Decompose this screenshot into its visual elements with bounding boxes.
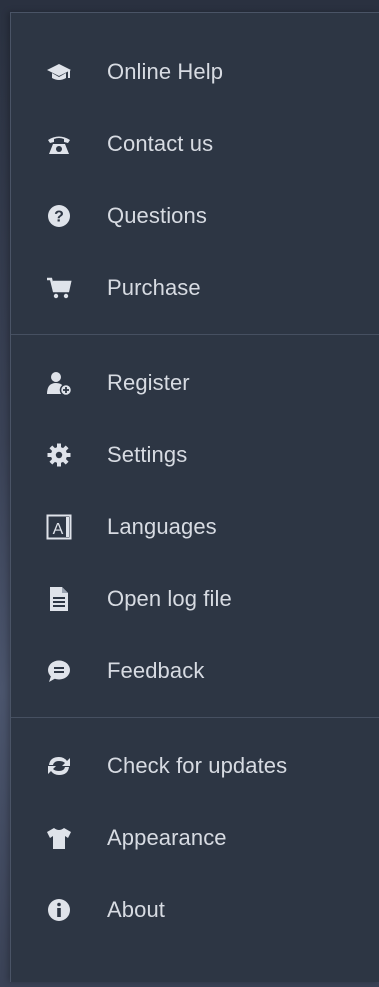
menu-item-purchase[interactable]: Purchase bbox=[11, 252, 379, 324]
tshirt-icon bbox=[45, 824, 73, 852]
menu-divider bbox=[11, 717, 379, 718]
gear-icon bbox=[45, 441, 73, 469]
menu-item-appearance[interactable]: Appearance bbox=[11, 802, 379, 874]
info-circle-icon bbox=[45, 896, 73, 924]
menu-item-contact-us[interactable]: Contact us bbox=[11, 108, 379, 180]
svg-text:A: A bbox=[53, 521, 64, 538]
user-add-icon bbox=[45, 369, 73, 397]
graduation-cap-icon bbox=[45, 58, 73, 86]
help-dropdown-menu: Online Help Contact us ? Questions Purch… bbox=[10, 12, 379, 982]
menu-item-label: Languages bbox=[107, 514, 217, 539]
telephone-icon bbox=[45, 130, 73, 158]
menu-item-check-for-updates[interactable]: Check for updates bbox=[11, 730, 379, 802]
menu-item-label: Purchase bbox=[107, 275, 201, 300]
menu-item-open-log-file[interactable]: Open log file bbox=[11, 563, 379, 635]
menu-item-label: Settings bbox=[107, 442, 188, 467]
menu-item-settings[interactable]: Settings bbox=[11, 419, 379, 491]
menu-item-label: Feedback bbox=[107, 658, 205, 683]
menu-item-label: Online Help bbox=[107, 59, 224, 84]
menu-item-questions[interactable]: ? Questions bbox=[11, 180, 379, 252]
document-icon bbox=[45, 585, 73, 613]
menu-group-app: Register Settings A Languages Open log f… bbox=[11, 347, 379, 707]
speech-bubble-icon bbox=[45, 657, 73, 685]
svg-text:?: ? bbox=[54, 209, 64, 226]
menu-item-label: Register bbox=[107, 370, 190, 395]
menu-item-label: About bbox=[107, 897, 165, 922]
question-circle-icon: ? bbox=[45, 202, 73, 230]
menu-item-online-help[interactable]: Online Help bbox=[11, 36, 379, 108]
menu-item-label: Appearance bbox=[107, 825, 227, 850]
shopping-cart-icon bbox=[45, 274, 73, 302]
menu-group-support: Online Help Contact us ? Questions Purch… bbox=[11, 13, 379, 324]
refresh-icon bbox=[45, 752, 73, 780]
menu-item-languages[interactable]: A Languages bbox=[11, 491, 379, 563]
menu-item-label: Contact us bbox=[107, 131, 214, 156]
menu-item-register[interactable]: Register bbox=[11, 347, 379, 419]
menu-item-feedback[interactable]: Feedback bbox=[11, 635, 379, 707]
menu-item-about[interactable]: About bbox=[11, 874, 379, 946]
language-icon: A bbox=[45, 513, 73, 541]
menu-item-label: Check for updates bbox=[107, 753, 288, 778]
menu-group-info: Check for updates Appearance About bbox=[11, 730, 379, 946]
menu-item-label: Questions bbox=[107, 203, 207, 228]
menu-divider bbox=[11, 334, 379, 335]
menu-item-label: Open log file bbox=[107, 586, 232, 611]
